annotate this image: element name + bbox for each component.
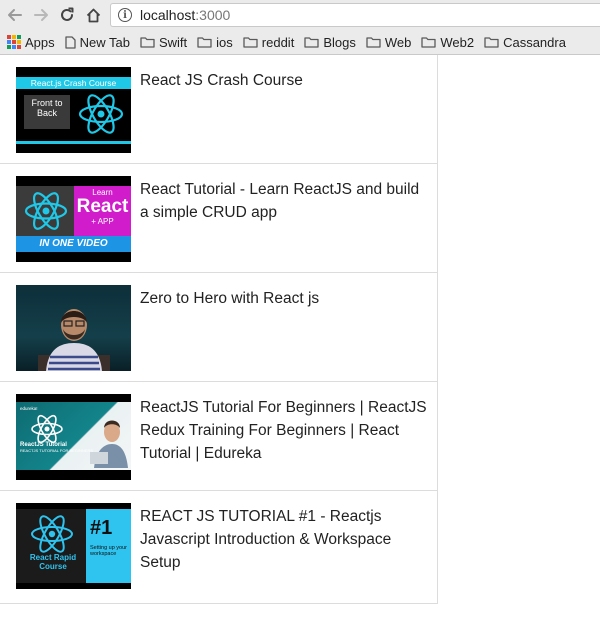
video-list-item[interactable]: React.js Crash Course Front to Back Reac… xyxy=(0,55,438,164)
forward-button[interactable] xyxy=(30,4,52,26)
video-list-item[interactable]: React Rapid Course #1 Setting up your wo… xyxy=(0,491,438,604)
video-title[interactable]: React JS Crash Course xyxy=(140,69,430,92)
presenter-image-icon xyxy=(90,420,128,468)
folder-icon xyxy=(304,36,319,48)
folder-icon xyxy=(197,36,212,48)
bookmark-apps[interactable]: Apps xyxy=(7,35,55,50)
folder-icon xyxy=(421,36,436,48)
thumbnail-label: React Rapid Course xyxy=(29,553,77,571)
thumbnail-banner: IN ONE VIDEO xyxy=(16,236,131,252)
address-url: localhost:3000 xyxy=(140,7,231,23)
presenter-image-icon xyxy=(38,309,110,371)
apps-grid-icon xyxy=(7,35,21,49)
thumbnail-badge: Front to Back xyxy=(24,95,70,129)
bookmark-blogs[interactable]: Blogs xyxy=(304,35,356,50)
video-list-item[interactable]: Zero to Hero with React js xyxy=(0,273,438,382)
info-icon[interactable]: i xyxy=(118,8,132,22)
bookmark-new-tab[interactable]: New Tab xyxy=(64,34,130,50)
thumbnail-label: ReactJS Tutorial REACTJS TUTORIAL FOR BEG… xyxy=(20,442,94,453)
video-title[interactable]: Zero to Hero with React js xyxy=(140,287,430,310)
video-thumbnail[interactable]: Learn React + APP IN ONE VIDEO xyxy=(16,176,131,262)
bookmark-reddit[interactable]: reddit xyxy=(243,34,295,50)
bookmark-swift[interactable]: Swift xyxy=(140,35,187,50)
bookmark-web2[interactable]: Web2 xyxy=(421,35,474,50)
video-list: React.js Crash Course Front to Back Reac… xyxy=(0,55,438,604)
bookmarks-bar: Apps New Tab Swift ios reddit Blogs Web Web2 Cas… xyxy=(0,30,600,55)
folder-icon xyxy=(243,36,258,48)
thumbnail-subtitle: Setting up your workspace xyxy=(90,545,127,557)
react-logo-icon xyxy=(24,192,68,230)
video-thumbnail[interactable] xyxy=(16,285,131,371)
thumbnail-right-panel: Learn React + APP xyxy=(74,186,131,236)
video-thumbnail[interactable]: React Rapid Course #1 Setting up your wo… xyxy=(16,503,131,589)
home-button[interactable] xyxy=(82,4,104,26)
bookmark-ios[interactable]: ios xyxy=(197,35,233,50)
video-list-item[interactable]: Learn React + APP IN ONE VIDEO React Tut… xyxy=(0,164,438,273)
bookmark-label: Web xyxy=(384,34,412,50)
folder-icon xyxy=(140,36,155,48)
bookmark-label: Blogs xyxy=(323,34,356,50)
browser-toolbar: i localhost:3000 xyxy=(0,0,600,30)
thumbnail-brand: edureka! xyxy=(20,406,38,411)
video-title[interactable]: React Tutorial - Learn ReactJS and build… xyxy=(140,178,430,224)
reload-icon xyxy=(61,7,74,21)
video-title[interactable]: REACT JS TUTORIAL #1 - Reactjs Javascrip… xyxy=(140,505,430,574)
thumbnail-caption: React.js Crash Course xyxy=(16,77,131,89)
page-icon xyxy=(64,35,76,49)
react-logo-icon xyxy=(31,414,63,444)
reload-button[interactable] xyxy=(56,4,78,26)
thumbnail-react-text: React xyxy=(76,196,129,217)
bookmark-label: New Tab xyxy=(79,34,130,50)
thumbnail-number: #1 xyxy=(90,517,113,539)
home-icon xyxy=(86,8,100,22)
thumbnail-app-text: + APP xyxy=(91,217,114,226)
video-list-item[interactable]: edureka! ReactJS Tutorial REACTJS TUTORIA… xyxy=(0,382,438,491)
bookmark-label: Web2 xyxy=(440,34,475,50)
folder-icon xyxy=(366,36,381,48)
folder-icon xyxy=(484,36,499,48)
bookmark-label: Apps xyxy=(25,34,55,50)
react-logo-icon xyxy=(78,94,124,134)
bookmark-label: Cassandra xyxy=(503,34,566,50)
bookmark-label: reddit xyxy=(261,34,295,50)
bookmark-web[interactable]: Web xyxy=(366,34,412,50)
react-logo-icon xyxy=(31,515,73,553)
video-title[interactable]: ReactJS Tutorial For Beginners | ReactJS… xyxy=(140,396,430,465)
forward-arrow-icon xyxy=(34,9,48,21)
back-arrow-icon xyxy=(8,9,22,21)
bookmark-label: Swift xyxy=(158,34,188,50)
bookmark-cassandra[interactable]: Cassandra xyxy=(484,35,566,50)
back-button[interactable] xyxy=(4,4,26,26)
thumbnail-stripe xyxy=(16,141,131,144)
address-bar[interactable]: i localhost:3000 xyxy=(110,3,600,27)
bookmark-label: ios xyxy=(216,34,233,50)
video-thumbnail[interactable]: edureka! ReactJS Tutorial REACTJS TUTORIA… xyxy=(16,394,131,480)
video-thumbnail[interactable]: React.js Crash Course Front to Back xyxy=(16,67,131,153)
